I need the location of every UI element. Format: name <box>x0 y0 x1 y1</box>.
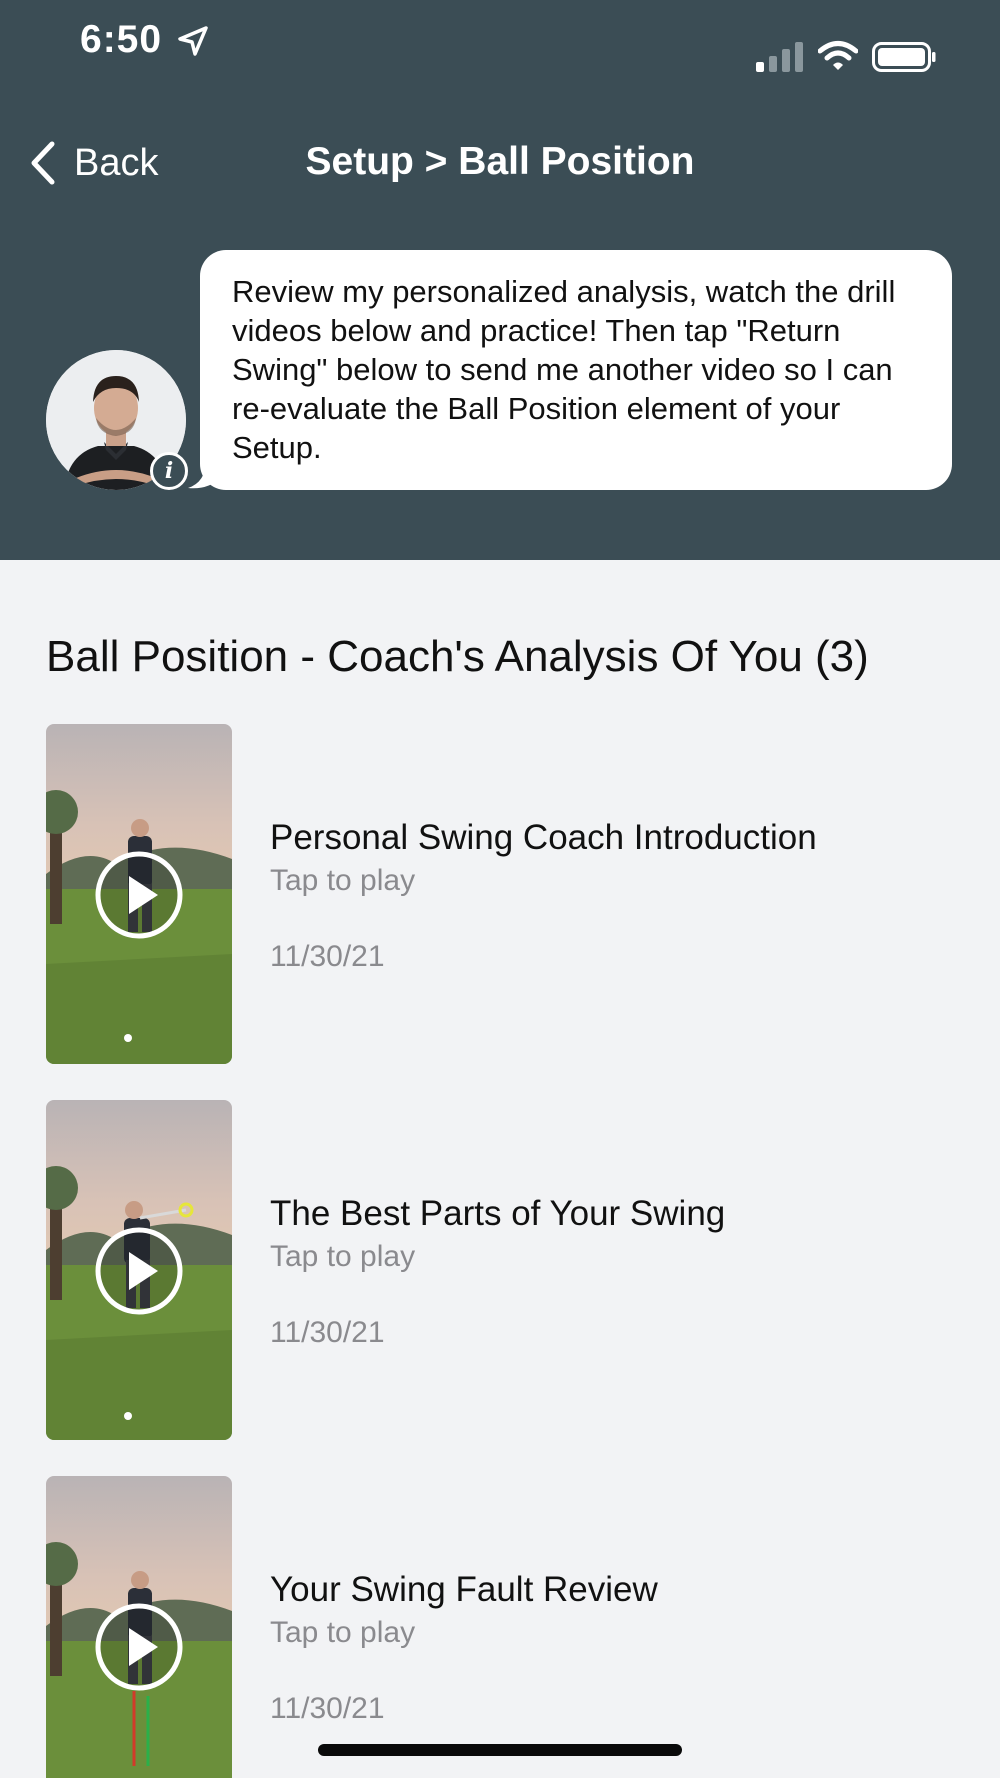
video-subtitle: Tap to play <box>270 1240 416 1273</box>
home-indicator[interactable] <box>318 1744 682 1756</box>
video-title: Personal Swing Coach Introduction <box>270 818 817 857</box>
play-icon <box>95 851 183 939</box>
wifi-icon <box>818 41 858 70</box>
video-list-item[interactable]: Your Swing Fault Review Tap to play 11/3… <box>46 1476 946 1778</box>
video-date: 11/30/21 <box>270 1316 385 1349</box>
page-title: Setup > Ball Position <box>305 140 695 183</box>
battery-icon <box>872 42 936 72</box>
coach-message: Review my personalized analysis, watch t… <box>232 274 896 465</box>
video-list-item[interactable]: Personal Swing Coach Introduction Tap to… <box>46 724 946 1064</box>
video-thumbnail[interactable] <box>46 1100 232 1440</box>
video-subtitle: Tap to play <box>270 1616 416 1649</box>
coach-message-bubble: Review my personalized analysis, watch t… <box>200 250 952 490</box>
video-subtitle: Tap to play <box>270 864 416 897</box>
status-time: 6:50 <box>80 18 163 61</box>
video-title: Your Swing Fault Review <box>270 1570 658 1609</box>
play-icon <box>95 1227 183 1315</box>
section-title: Ball Position - Coach's Analysis Of You … <box>46 632 869 681</box>
location-arrow-icon <box>178 26 208 56</box>
video-thumbnail[interactable] <box>46 1476 232 1778</box>
video-title: The Best Parts of Your Swing <box>270 1194 726 1233</box>
video-date: 11/30/21 <box>270 1692 385 1725</box>
cellular-signal-icon <box>756 42 803 72</box>
video-list-item[interactable]: The Best Parts of Your Swing Tap to play… <box>46 1100 946 1440</box>
header: 6:50 Back Setup > Ball Position i Review… <box>0 0 1000 560</box>
video-date: 11/30/21 <box>270 940 385 973</box>
status-bar: 6:50 <box>0 0 1000 90</box>
navigation-bar: Back Setup > Ball Position <box>0 120 1000 204</box>
info-icon[interactable]: i <box>150 452 188 490</box>
play-icon <box>95 1603 183 1691</box>
video-thumbnail[interactable] <box>46 724 232 1064</box>
